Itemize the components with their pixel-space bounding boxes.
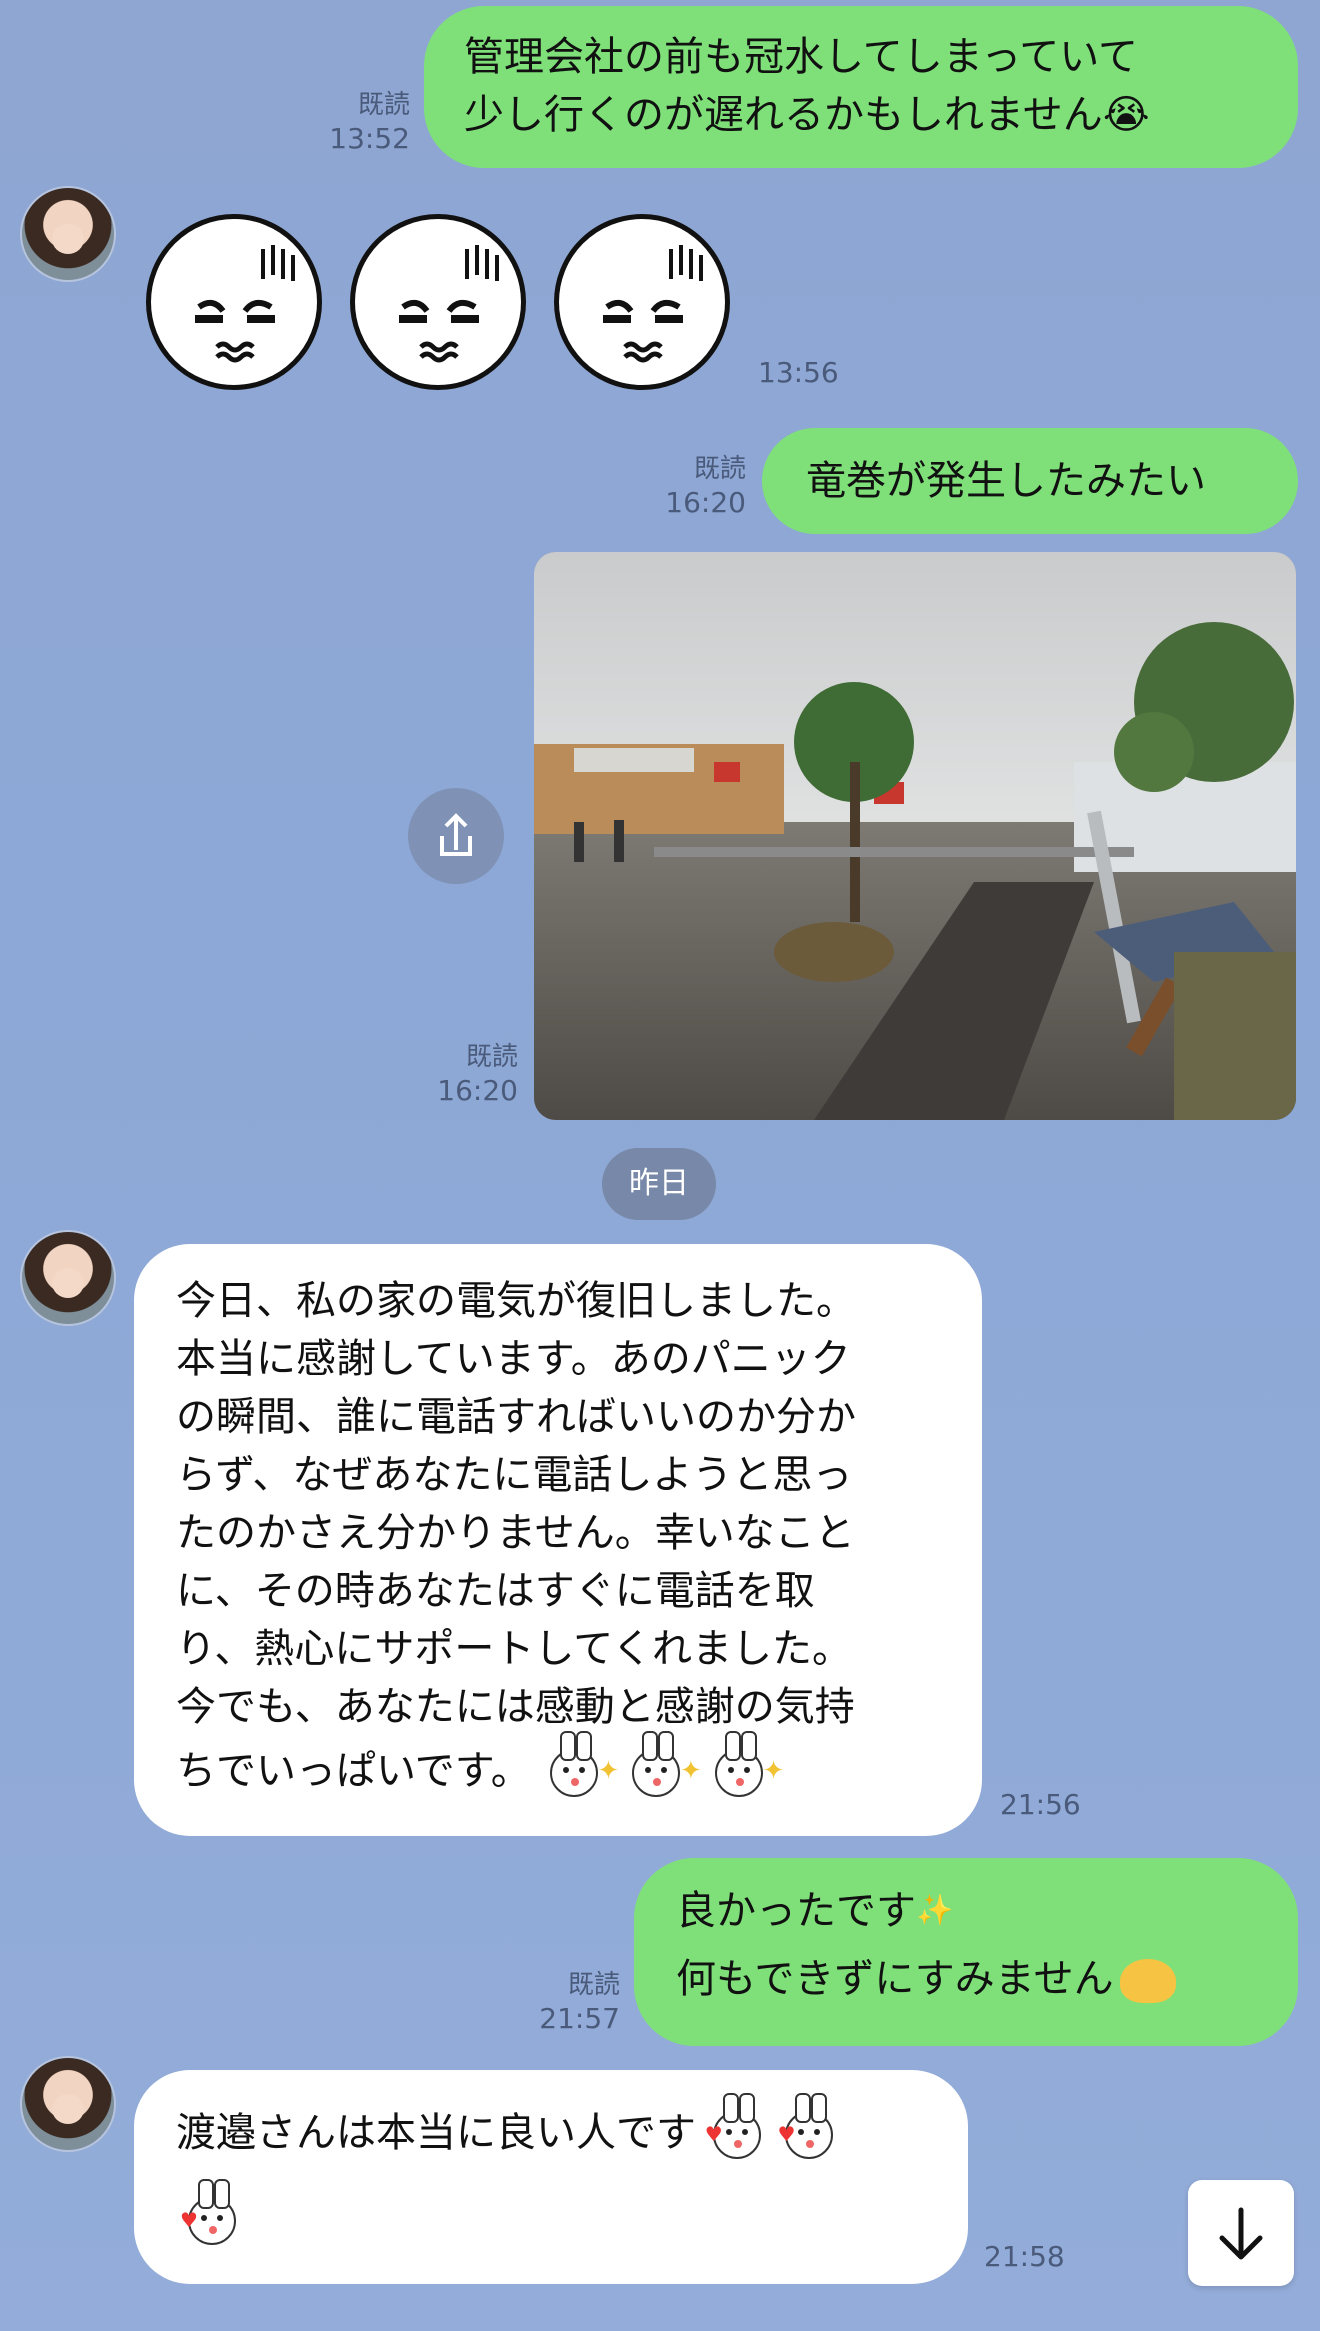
incoming-message-5[interactable]: 今日、私の家の電気が復旧しました。 本当に感謝しています。あのパニック の瞬間、…	[134, 1244, 982, 1836]
worried-face-sticker	[554, 214, 730, 390]
read-receipt-3: 既読 16:20	[636, 452, 746, 520]
rabbit-heart-emoji: ♥	[705, 2093, 761, 2159]
date-divider: 昨日	[602, 1148, 716, 1220]
read-label: 既読	[567, 1970, 620, 2000]
read-receipt-6: 既読 21:57	[510, 1968, 620, 2036]
rabbit-emoji	[632, 1731, 681, 1797]
share-icon	[440, 813, 472, 856]
avatar[interactable]	[22, 2058, 114, 2150]
message-text: 良かったです	[676, 1888, 916, 1934]
message-text: 今でも、あなたには感動と感謝の気持	[176, 1684, 855, 1730]
outgoing-message-3[interactable]: 竜巻が発生したみたい	[762, 428, 1298, 534]
worried-face-icon	[399, 245, 499, 363]
sparkle-icon: ✦	[762, 1756, 785, 1786]
scroll-to-bottom-button[interactable]	[1188, 2180, 1294, 2286]
avatar[interactable]	[22, 1232, 114, 1324]
timestamp: 21:56	[1000, 1788, 1081, 1821]
share-button[interactable]	[408, 788, 504, 884]
message-text: たのかさえ分かりません。幸いなこと	[176, 1510, 855, 1556]
date-divider-label: 昨日	[629, 1166, 689, 1201]
message-text: り、熱心にサポートしてくれました。	[176, 1626, 852, 1672]
message-text: らず、なぜあなたに電話しようと思っ	[176, 1452, 853, 1498]
rabbit-heart-emoji: ♥	[180, 2179, 236, 2245]
arrow-down-icon	[1219, 2207, 1263, 2260]
timestamp: 16:20	[665, 486, 746, 519]
outgoing-message-1[interactable]: 管理会社の前も冠水してしまっていて 少し行くのが遅れるかもしれません😭	[424, 6, 1298, 168]
sparkle-icon: ✦	[597, 1756, 620, 1786]
sparkle-icon: ✦	[680, 1756, 702, 1786]
worried-face-sticker	[350, 214, 526, 390]
message-text: の瞬間、誰に電話すればいいのか分か	[176, 1394, 856, 1440]
message-text: ちでいっぱいです。	[176, 1748, 531, 1794]
read-receipt-4: 既読 16:20	[408, 1040, 518, 1108]
sweating-face-icon	[1119, 1959, 1176, 2003]
incoming-message-7[interactable]: 渡邉さんは本当に良い人です ♥ ♥ ♥	[134, 2070, 968, 2284]
read-label: 既読	[693, 454, 746, 484]
timestamp: 13:52	[329, 122, 410, 155]
read-label: 既読	[465, 1042, 518, 1072]
timestamp: 21:58	[984, 2240, 1065, 2273]
message-text: 本当に感謝しています。あのパニック	[176, 1336, 851, 1382]
timestamp: 16:20	[437, 1074, 518, 1107]
read-receipt-1: 既読 13:52	[300, 88, 410, 156]
message-text: 管理会社の前も冠水してしまっていて	[464, 34, 1138, 80]
worried-face-icon	[195, 245, 295, 363]
rabbit-emoji	[549, 1731, 598, 1797]
worried-face-icon	[603, 245, 703, 363]
worried-face-sticker	[146, 214, 322, 390]
rabbit-emoji	[714, 1731, 763, 1797]
timestamp: 21:57	[539, 2002, 620, 2035]
message-text: 今日、私の家の電気が復旧しました。	[176, 1278, 856, 1324]
crying-face-emoji: 😭	[1102, 92, 1150, 138]
read-label: 既読	[357, 90, 410, 120]
message-text: 渡邉さんは本当に良い人です	[176, 2110, 696, 2156]
message-text: 何もできずにすみません	[676, 1956, 1114, 2002]
storm-damage-photo	[534, 552, 1296, 1120]
sparkle-icon: ✨	[916, 1893, 954, 1928]
avatar[interactable]	[22, 188, 114, 280]
outgoing-message-6[interactable]: 良かったです✨ 何もできずにすみません	[634, 1858, 1298, 2046]
photo-message[interactable]	[534, 552, 1296, 1120]
message-text: 竜巻が発生したみたい	[806, 458, 1206, 504]
message-text: に、その時あなたはすぐに電話を取	[176, 1568, 815, 1614]
rabbit-heart-emoji: ♥	[777, 2093, 834, 2159]
timestamp: 13:56	[758, 356, 839, 389]
message-text: 少し行くのが遅れるかもしれません	[464, 92, 1103, 138]
